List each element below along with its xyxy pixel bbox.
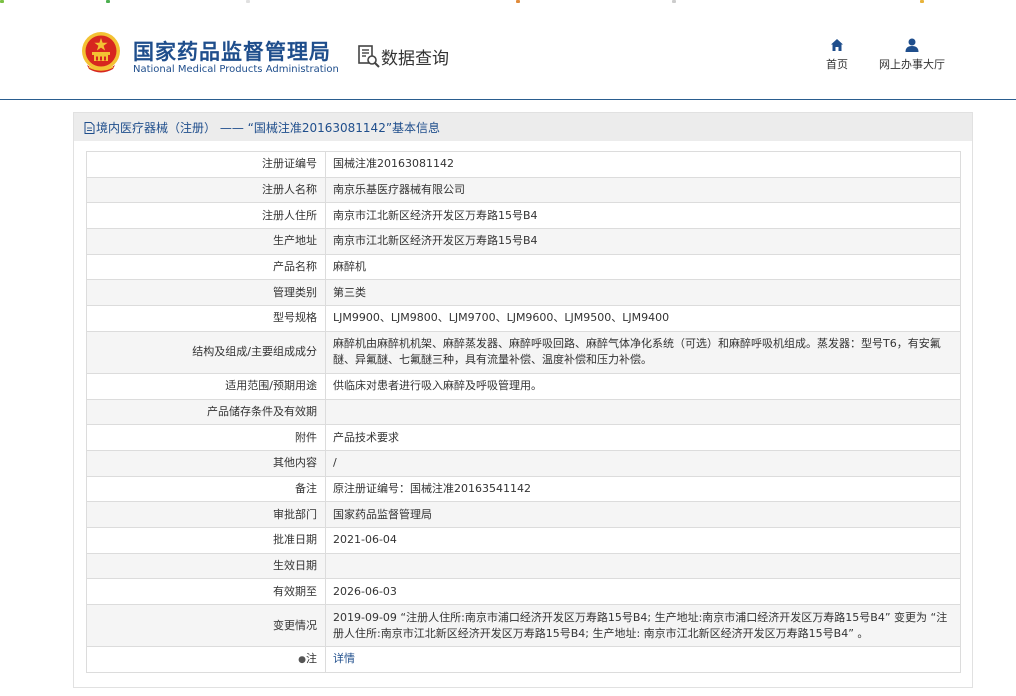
field-value: 国家药品监督管理局: [325, 501, 961, 528]
field-label: 备注: [86, 475, 326, 503]
table-row: 结构及组成/主要组成成分 麻醉机由麻醉机机架、麻醉蒸发器、麻醉呼吸回路、麻醉气体净…: [86, 330, 961, 374]
field-value: 2019-09-09 “注册人住所:南京市浦口经济开发区万寿路15号B4; 生产…: [325, 604, 961, 647]
site-title-english: National Medical Products Administration: [133, 64, 339, 75]
table-row: 备注 原注册证编号：国械注准20163541142: [86, 475, 961, 503]
nav-online-hall[interactable]: 网上办事大厅: [876, 38, 948, 72]
national-emblem-icon: [82, 32, 120, 73]
field-label: 变更情况: [86, 604, 326, 647]
data-query-icon: [358, 45, 380, 68]
table-row: 附件 产品技术要求: [86, 424, 961, 451]
table-row: 注册人住所 南京市江北新区经济开发区万寿路15号B4: [86, 202, 961, 230]
nav-home-label: 首页: [826, 58, 848, 71]
table-row: 适用范围/预期用途 供临床对患者进行吸入麻醉及呼吸管理用。: [86, 372, 961, 400]
field-value: 2021-06-04: [325, 526, 961, 554]
field-value: 详情: [325, 646, 961, 673]
field-label: 其他内容: [86, 449, 326, 477]
field-value: 南京市江北新区经济开发区万寿路15号B4: [325, 202, 961, 230]
field-label: 审批部门: [86, 501, 326, 528]
nav-home[interactable]: 首页: [822, 38, 852, 72]
field-label: 生产地址: [86, 228, 326, 255]
table-row: 批准日期 2021-06-04: [86, 526, 961, 554]
field-value: 南京乐基医疗器械有限公司: [325, 176, 961, 204]
table-row: 产品储存条件及有效期: [86, 398, 961, 426]
field-value: /: [325, 449, 961, 477]
field-label: 批准日期: [86, 526, 326, 554]
field-value: 供临床对患者进行吸入麻醉及呼吸管理用。: [325, 372, 961, 400]
panel-title: 境内医疗器械（注册） —— “国械注准20163081142”基本信息: [96, 121, 441, 135]
field-value: 南京市江北新区经济开发区万寿路15号B4: [325, 228, 961, 255]
field-label: 结构及组成/主要组成成分: [86, 330, 326, 374]
table-row: 注册人名称 南京乐基医疗器械有限公司: [86, 176, 961, 204]
field-label: 注册证编号: [86, 151, 326, 178]
table-row: 其他内容 /: [86, 449, 961, 477]
data-query-title: 数据查询: [381, 49, 449, 69]
site-header: 国家药品监督管理局 National Medical Products Admi…: [0, 0, 1016, 100]
table-row: 管理类别 第三类: [86, 279, 961, 307]
table-row: 有效期至 2026-06-03: [86, 578, 961, 605]
panel-header: 境内医疗器械（注册） —— “国械注准20163081142”基本信息: [74, 113, 972, 141]
table-row: 产品名称 麻醉机: [86, 253, 961, 281]
field-value: 第三类: [325, 279, 961, 307]
field-label: 注册人名称: [86, 176, 326, 204]
nav-online-hall-label: 网上办事大厅: [879, 58, 945, 71]
field-value: 国械注准20163081142: [325, 151, 961, 178]
field-value: 原注册证编号：国械注准20163541142: [325, 475, 961, 503]
field-label-note: ●注: [86, 646, 326, 673]
field-value: [325, 552, 961, 580]
pin-icon: ●: [298, 654, 306, 665]
field-label: 有效期至: [86, 578, 326, 605]
field-value: [325, 398, 961, 426]
document-icon: [84, 122, 95, 134]
table-row: 注册证编号 国械注准20163081142: [86, 151, 961, 178]
field-label: 附件: [86, 424, 326, 451]
field-label: 注册人住所: [86, 202, 326, 230]
field-label: 型号规格: [86, 305, 326, 332]
field-value: 麻醉机由麻醉机机架、麻醉蒸发器、麻醉呼吸回路、麻醉气体净化系统（可选）和麻醉呼吸…: [325, 330, 961, 374]
details-link[interactable]: 详情: [333, 652, 355, 665]
table-row: 生效日期: [86, 552, 961, 580]
user-icon: [905, 38, 919, 52]
registration-info-panel: 境内医疗器械（注册） —— “国械注准20163081142”基本信息 注册证编…: [73, 112, 973, 688]
field-label: 产品名称: [86, 253, 326, 281]
home-icon: [831, 39, 843, 51]
table-row: 型号规格 LJM9900、LJM9800、LJM9700、LJM9600、LJM9…: [86, 305, 961, 332]
table-row: 变更情况 2019-09-09 “注册人住所:南京市浦口经济开发区万寿路15号B4…: [86, 604, 961, 647]
table-row: ●注 详情: [86, 646, 961, 673]
field-value: LJM9900、LJM9800、LJM9700、LJM9600、LJM9500、…: [325, 305, 961, 332]
field-label: 适用范围/预期用途: [86, 372, 326, 400]
field-label: 管理类别: [86, 279, 326, 307]
field-value: 2026-06-03: [325, 578, 961, 605]
info-table: 注册证编号 国械注准20163081142 注册人名称 南京乐基医疗器械有限公司 注…: [86, 151, 961, 673]
table-row: 审批部门 国家药品监督管理局: [86, 501, 961, 528]
table-row: 生产地址 南京市江北新区经济开发区万寿路15号B4: [86, 228, 961, 255]
field-label: 产品储存条件及有效期: [86, 398, 326, 426]
field-label: 生效日期: [86, 552, 326, 580]
field-value: 产品技术要求: [325, 424, 961, 451]
site-title: 国家药品监督管理局: [133, 40, 331, 64]
field-value: 麻醉机: [325, 253, 961, 281]
